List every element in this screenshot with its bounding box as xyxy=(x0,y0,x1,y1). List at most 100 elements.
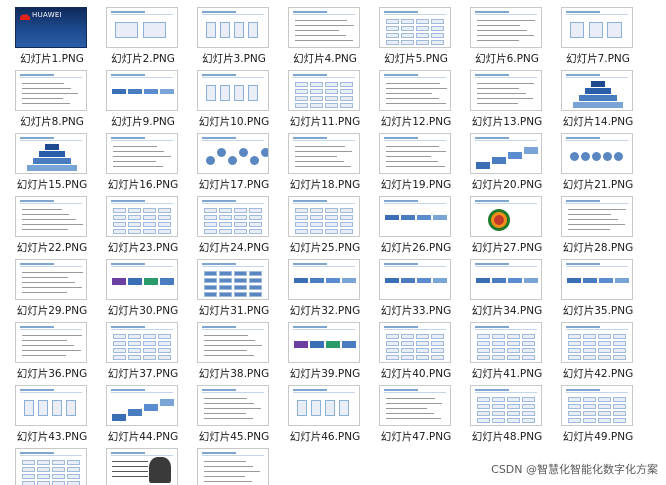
file-name: 幻灯片30.PNG xyxy=(107,305,179,317)
file-thumbnail xyxy=(106,196,178,237)
file-item[interactable]: 幻灯片7.PNG xyxy=(556,4,647,67)
file-item[interactable]: 幻灯片19.PNG xyxy=(374,130,465,193)
file-name: 幻灯片5.PNG xyxy=(384,53,448,65)
file-item[interactable]: 幻灯片39.PNG xyxy=(283,319,374,382)
file-item[interactable]: 幻灯片18.PNG xyxy=(283,130,374,193)
file-item[interactable]: 幻灯片45.PNG xyxy=(192,382,283,445)
file-name: 幻灯片11.PNG xyxy=(289,116,361,128)
file-item[interactable]: 幻灯片29.PNG xyxy=(10,256,101,319)
file-item[interactable]: 幻灯片33.PNG xyxy=(374,256,465,319)
file-name: 幻灯片43.PNG xyxy=(16,431,88,443)
file-item[interactable]: 幻灯片3.PNG xyxy=(192,4,283,67)
file-name: 幻灯片38.PNG xyxy=(198,368,270,380)
file-name: 幻灯片27.PNG xyxy=(471,242,543,254)
file-name: 幻灯片35.PNG xyxy=(562,305,634,317)
file-thumbnail: HUAWEI xyxy=(15,7,87,48)
file-item[interactable]: 幻灯片4.PNG xyxy=(283,4,374,67)
file-thumbnail xyxy=(106,385,178,426)
file-name: 幻灯片12.PNG xyxy=(380,116,452,128)
file-thumbnail xyxy=(379,196,451,237)
file-item[interactable]: 幻灯片38.PNG xyxy=(192,319,283,382)
file-item[interactable]: 幻灯片37.PNG xyxy=(101,319,192,382)
file-thumbnail xyxy=(379,133,451,174)
file-item[interactable]: 幻灯片15.PNG xyxy=(10,130,101,193)
file-item[interactable]: 幻灯片47.PNG xyxy=(374,382,465,445)
file-item[interactable]: 幻灯片30.PNG xyxy=(101,256,192,319)
file-item[interactable]: 幻灯片9.PNG xyxy=(101,67,192,130)
file-item[interactable]: 幻灯片44.PNG xyxy=(101,382,192,445)
file-name: 幻灯片44.PNG xyxy=(107,431,179,443)
file-item[interactable]: 幻灯片27.PNG xyxy=(465,193,556,256)
file-item[interactable]: 幻灯片14.PNG xyxy=(556,67,647,130)
file-item[interactable]: 幻灯片34.PNG xyxy=(465,256,556,319)
file-thumbnail xyxy=(288,322,360,363)
file-name: 幻灯片21.PNG xyxy=(562,179,634,191)
file-name: 幻灯片7.PNG xyxy=(566,53,630,65)
file-name: 幻灯片14.PNG xyxy=(562,116,634,128)
file-name: 幻灯片20.PNG xyxy=(471,179,543,191)
file-thumbnail xyxy=(288,385,360,426)
file-thumbnail xyxy=(561,7,633,48)
file-item[interactable] xyxy=(192,445,283,485)
file-item[interactable]: 幻灯片2.PNG xyxy=(101,4,192,67)
file-item[interactable]: 幻灯片32.PNG xyxy=(283,256,374,319)
file-name: 幻灯片8.PNG xyxy=(20,116,84,128)
file-item[interactable]: 幻灯片22.PNG xyxy=(10,193,101,256)
file-thumbnail xyxy=(470,70,542,111)
file-name: 幻灯片2.PNG xyxy=(111,53,175,65)
file-name: 幻灯片39.PNG xyxy=(289,368,361,380)
file-item[interactable]: 幻灯片42.PNG xyxy=(556,319,647,382)
file-item[interactable]: 幻灯片36.PNG xyxy=(10,319,101,382)
file-item[interactable]: HUAWEI 幻灯片1.PNG xyxy=(10,4,101,67)
file-item[interactable]: 幻灯片12.PNG xyxy=(374,67,465,130)
file-item[interactable]: 幻灯片5.PNG xyxy=(374,4,465,67)
file-thumbnail xyxy=(288,133,360,174)
file-name: 幻灯片19.PNG xyxy=(380,179,452,191)
file-item[interactable]: 幻灯片11.PNG xyxy=(283,67,374,130)
file-item[interactable]: 幻灯片6.PNG xyxy=(465,4,556,67)
file-name: 幻灯片24.PNG xyxy=(198,242,270,254)
file-item[interactable]: 幻灯片46.PNG xyxy=(283,382,374,445)
file-thumbnail xyxy=(470,133,542,174)
file-item[interactable]: 幻灯片21.PNG xyxy=(556,130,647,193)
file-item[interactable] xyxy=(101,445,192,485)
file-thumbnail xyxy=(106,133,178,174)
file-item[interactable]: 幻灯片20.PNG xyxy=(465,130,556,193)
file-item[interactable]: 幻灯片26.PNG xyxy=(374,193,465,256)
file-item[interactable]: 幻灯片17.PNG xyxy=(192,130,283,193)
file-thumbnail xyxy=(561,385,633,426)
file-name: 幻灯片17.PNG xyxy=(198,179,270,191)
file-thumbnail xyxy=(288,259,360,300)
file-item[interactable]: 幻灯片24.PNG xyxy=(192,193,283,256)
file-item[interactable]: 幻灯片31.PNG xyxy=(192,256,283,319)
file-item[interactable]: 幻灯片25.PNG xyxy=(283,193,374,256)
file-thumbnail xyxy=(288,7,360,48)
file-item[interactable] xyxy=(10,445,101,485)
file-name: 幻灯片36.PNG xyxy=(16,368,88,380)
file-thumbnail xyxy=(470,7,542,48)
file-item[interactable]: 幻灯片8.PNG xyxy=(10,67,101,130)
file-item[interactable]: 幻灯片23.PNG xyxy=(101,193,192,256)
file-name: 幻灯片13.PNG xyxy=(471,116,543,128)
file-item[interactable]: 幻灯片48.PNG xyxy=(465,382,556,445)
file-thumbnail xyxy=(197,196,269,237)
file-name: 幻灯片10.PNG xyxy=(198,116,270,128)
file-name: 幻灯片49.PNG xyxy=(562,431,634,443)
file-name: 幻灯片48.PNG xyxy=(471,431,543,443)
file-item[interactable]: 幻灯片40.PNG xyxy=(374,319,465,382)
file-thumbnail xyxy=(379,322,451,363)
file-item[interactable]: 幻灯片16.PNG xyxy=(101,130,192,193)
file-item[interactable]: 幻灯片28.PNG xyxy=(556,193,647,256)
file-item[interactable]: 幻灯片41.PNG xyxy=(465,319,556,382)
file-item[interactable]: 幻灯片35.PNG xyxy=(556,256,647,319)
file-item[interactable]: 幻灯片10.PNG xyxy=(192,67,283,130)
file-item[interactable]: 幻灯片13.PNG xyxy=(465,67,556,130)
file-name: 幻灯片23.PNG xyxy=(107,242,179,254)
file-item[interactable]: 幻灯片43.PNG xyxy=(10,382,101,445)
file-thumbnail xyxy=(15,196,87,237)
file-item[interactable]: 幻灯片49.PNG xyxy=(556,382,647,445)
file-name: 幻灯片45.PNG xyxy=(198,431,270,443)
file-name: 幻灯片4.PNG xyxy=(293,53,357,65)
file-thumbnail xyxy=(106,448,178,485)
file-thumbnail xyxy=(197,259,269,300)
